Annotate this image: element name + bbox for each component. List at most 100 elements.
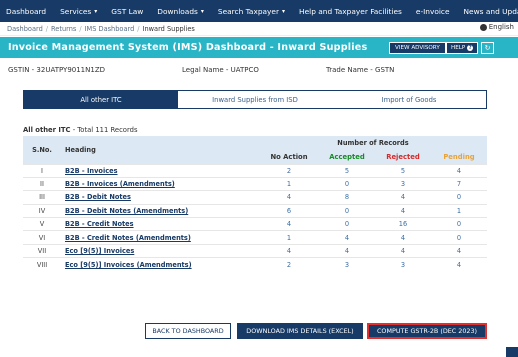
row-no-action-link[interactable]: 1 — [259, 230, 319, 245]
row-heading-link[interactable]: B2B - Debit Notes (Amendments) — [61, 203, 259, 218]
row-no-action-link[interactable]: 4 — [259, 190, 319, 205]
compute-gstr2b-label: COMPUTE GSTR-2B (DEC 2023) — [376, 327, 478, 335]
nav-e-invoice-label: e-Invoice — [415, 6, 450, 16]
row-no-action-link[interactable]: 1 — [259, 176, 319, 191]
row-no-action-link[interactable]: 6 — [259, 203, 319, 218]
records-summary: All other ITC - Total 111 Records — [23, 126, 138, 134]
row-accepted-link[interactable]: 5 — [319, 163, 375, 178]
row-pending-link[interactable]: 1 — [431, 203, 487, 218]
nav-dashboard[interactable]: Dashboard — [0, 0, 53, 22]
compute-gstr2b-button[interactable]: COMPUTE GSTR-2B (DEC 2023) — [367, 323, 487, 339]
nav-services[interactable]: Services ▾ — [53, 0, 104, 22]
row-pending-link[interactable]: 0 — [431, 230, 487, 245]
download-ims-excel-button[interactable]: DOWNLOAD IMS DETAILS (EXCEL) — [237, 323, 363, 339]
header-sno: S.No. — [23, 136, 61, 164]
page-title: Invoice Management System (IMS) Dashboar… — [8, 42, 368, 53]
table-row: III B2B - Debit Notes 4 8 4 0 — [23, 190, 487, 205]
header-heading: Heading — [61, 136, 259, 164]
row-rejected-link[interactable]: 4 — [375, 230, 431, 245]
refresh-button[interactable]: ↻ — [481, 42, 494, 54]
row-sno: IV — [23, 203, 61, 218]
row-rejected-link[interactable]: 16 — [375, 217, 431, 231]
row-pending-link[interactable]: 7 — [431, 176, 487, 191]
row-pending-link[interactable]: 0 — [431, 190, 487, 205]
refresh-icon: ↻ — [484, 44, 491, 52]
nav-news-updates[interactable]: News and Updates — [457, 0, 518, 22]
page-title-bar: Invoice Management System (IMS) Dashboar… — [0, 37, 518, 58]
nav-gst-law[interactable]: GST Law — [104, 0, 150, 22]
row-accepted-link[interactable]: 0 — [319, 203, 375, 218]
row-no-action-link[interactable]: 2 — [259, 257, 319, 272]
row-pending-link[interactable]: 4 — [431, 257, 487, 272]
help-button[interactable]: HELP? — [446, 42, 479, 54]
language-label: English — [488, 23, 514, 31]
nav-downloads[interactable]: Downloads ▾ — [150, 0, 211, 22]
row-accepted-link[interactable]: 4 — [319, 230, 375, 245]
scroll-to-top-button[interactable] — [506, 347, 518, 357]
row-accepted-link[interactable]: 3 — [319, 257, 375, 272]
row-heading-link[interactable]: B2B - Invoices (Amendments) — [61, 176, 259, 191]
breadcrumb-returns[interactable]: Returns — [51, 25, 76, 33]
row-rejected-link[interactable]: 4 — [375, 190, 431, 205]
row-no-action-link[interactable]: 2 — [259, 163, 319, 178]
itc-tabs: All other ITC Inward Supplies from ISD I… — [23, 90, 487, 109]
breadcrumb-dashboard[interactable]: Dashboard — [7, 25, 43, 33]
row-heading-link[interactable]: B2B - Debit Notes — [61, 190, 259, 205]
back-to-dashboard-button[interactable]: BACK TO DASHBOARD — [145, 323, 231, 339]
breadcrumb-separator: / — [79, 24, 82, 33]
row-accepted-link[interactable]: 4 — [319, 243, 375, 258]
nav-search-taxpayer[interactable]: Search Taxpayer ▾ — [211, 0, 292, 22]
nav-downloads-label: Downloads — [157, 6, 198, 16]
row-no-action-link[interactable]: 4 — [259, 217, 319, 231]
tab-all-other-itc[interactable]: All other ITC — [24, 91, 178, 108]
row-sno: V — [23, 217, 61, 231]
chevron-down-icon: ▾ — [282, 7, 286, 15]
row-sno: II — [23, 176, 61, 191]
row-accepted-link[interactable]: 0 — [319, 217, 375, 231]
trade-name-text: Trade Name - GSTN — [326, 66, 395, 74]
row-accepted-link[interactable]: 8 — [319, 190, 375, 205]
nav-gst-law-label: GST Law — [111, 6, 144, 16]
language-selector[interactable]: English — [479, 23, 514, 31]
table-row: IV B2B - Debit Notes (Amendments) 6 0 4 … — [23, 203, 487, 218]
row-sno: I — [23, 163, 61, 178]
row-rejected-link[interactable]: 4 — [375, 243, 431, 258]
breadcrumb-ims-dashboard[interactable]: IMS Dashboard — [85, 25, 135, 33]
records-total: - Total 111 Records — [70, 126, 138, 134]
breadcrumb-current: Inward Supplies — [142, 24, 195, 33]
header-pending: Pending — [431, 150, 487, 164]
tab-inward-supplies-isd-label: Inward Supplies from ISD — [212, 95, 298, 104]
records-category: All other ITC — [23, 126, 71, 134]
row-rejected-link[interactable]: 5 — [375, 163, 431, 178]
row-heading-link[interactable]: B2B - Credit Notes — [61, 217, 259, 231]
row-pending-link[interactable]: 0 — [431, 217, 487, 231]
top-navigation: Dashboard Services ▾ GST Law Downloads ▾ S… — [0, 0, 518, 22]
records-table: S.No. Heading Number of Records No Actio… — [23, 136, 487, 272]
nav-help-facilities-label: Help and Taxpayer Facilities — [299, 6, 402, 16]
tab-import-of-goods[interactable]: Import of Goods — [332, 91, 486, 108]
back-to-dashboard-label: BACK TO DASHBOARD — [152, 327, 224, 335]
tab-inward-supplies-isd[interactable]: Inward Supplies from ISD — [178, 91, 332, 108]
row-heading-link[interactable]: Eco [9(5)] Invoices — [61, 243, 259, 258]
header-no-action: No Action — [259, 150, 319, 164]
breadcrumb: Dashboard / Returns / IMS Dashboard / In… — [0, 22, 518, 36]
gstin-text: GSTIN - 32UATPY9011N1ZD — [8, 66, 106, 74]
nav-help-facilities[interactable]: Help and Taxpayer Facilities — [292, 0, 409, 22]
row-pending-link[interactable]: 4 — [431, 163, 487, 178]
view-advisory-button[interactable]: VIEW ADVISORY — [389, 42, 446, 54]
row-rejected-link[interactable]: 3 — [375, 257, 431, 272]
row-rejected-link[interactable]: 3 — [375, 176, 431, 191]
nav-services-label: Services — [60, 6, 92, 16]
row-sno: VII — [23, 243, 61, 258]
nav-search-taxpayer-label: Search Taxpayer — [217, 6, 280, 16]
nav-e-invoice[interactable]: e-Invoice — [409, 0, 457, 22]
row-heading-link[interactable]: B2B - Credit Notes (Amendments) — [61, 230, 259, 245]
row-heading-link[interactable]: B2B - Invoices — [61, 163, 259, 178]
row-pending-link[interactable]: 4 — [431, 243, 487, 258]
row-no-action-link[interactable]: 4 — [259, 243, 319, 258]
question-icon: ? — [467, 45, 474, 51]
row-accepted-link[interactable]: 0 — [319, 176, 375, 191]
table-row: VII Eco [9(5)] Invoices 4 4 4 4 — [23, 243, 487, 258]
row-heading-link[interactable]: Eco [9(5)] Invoices (Amendments) — [61, 257, 259, 272]
row-rejected-link[interactable]: 4 — [375, 203, 431, 218]
